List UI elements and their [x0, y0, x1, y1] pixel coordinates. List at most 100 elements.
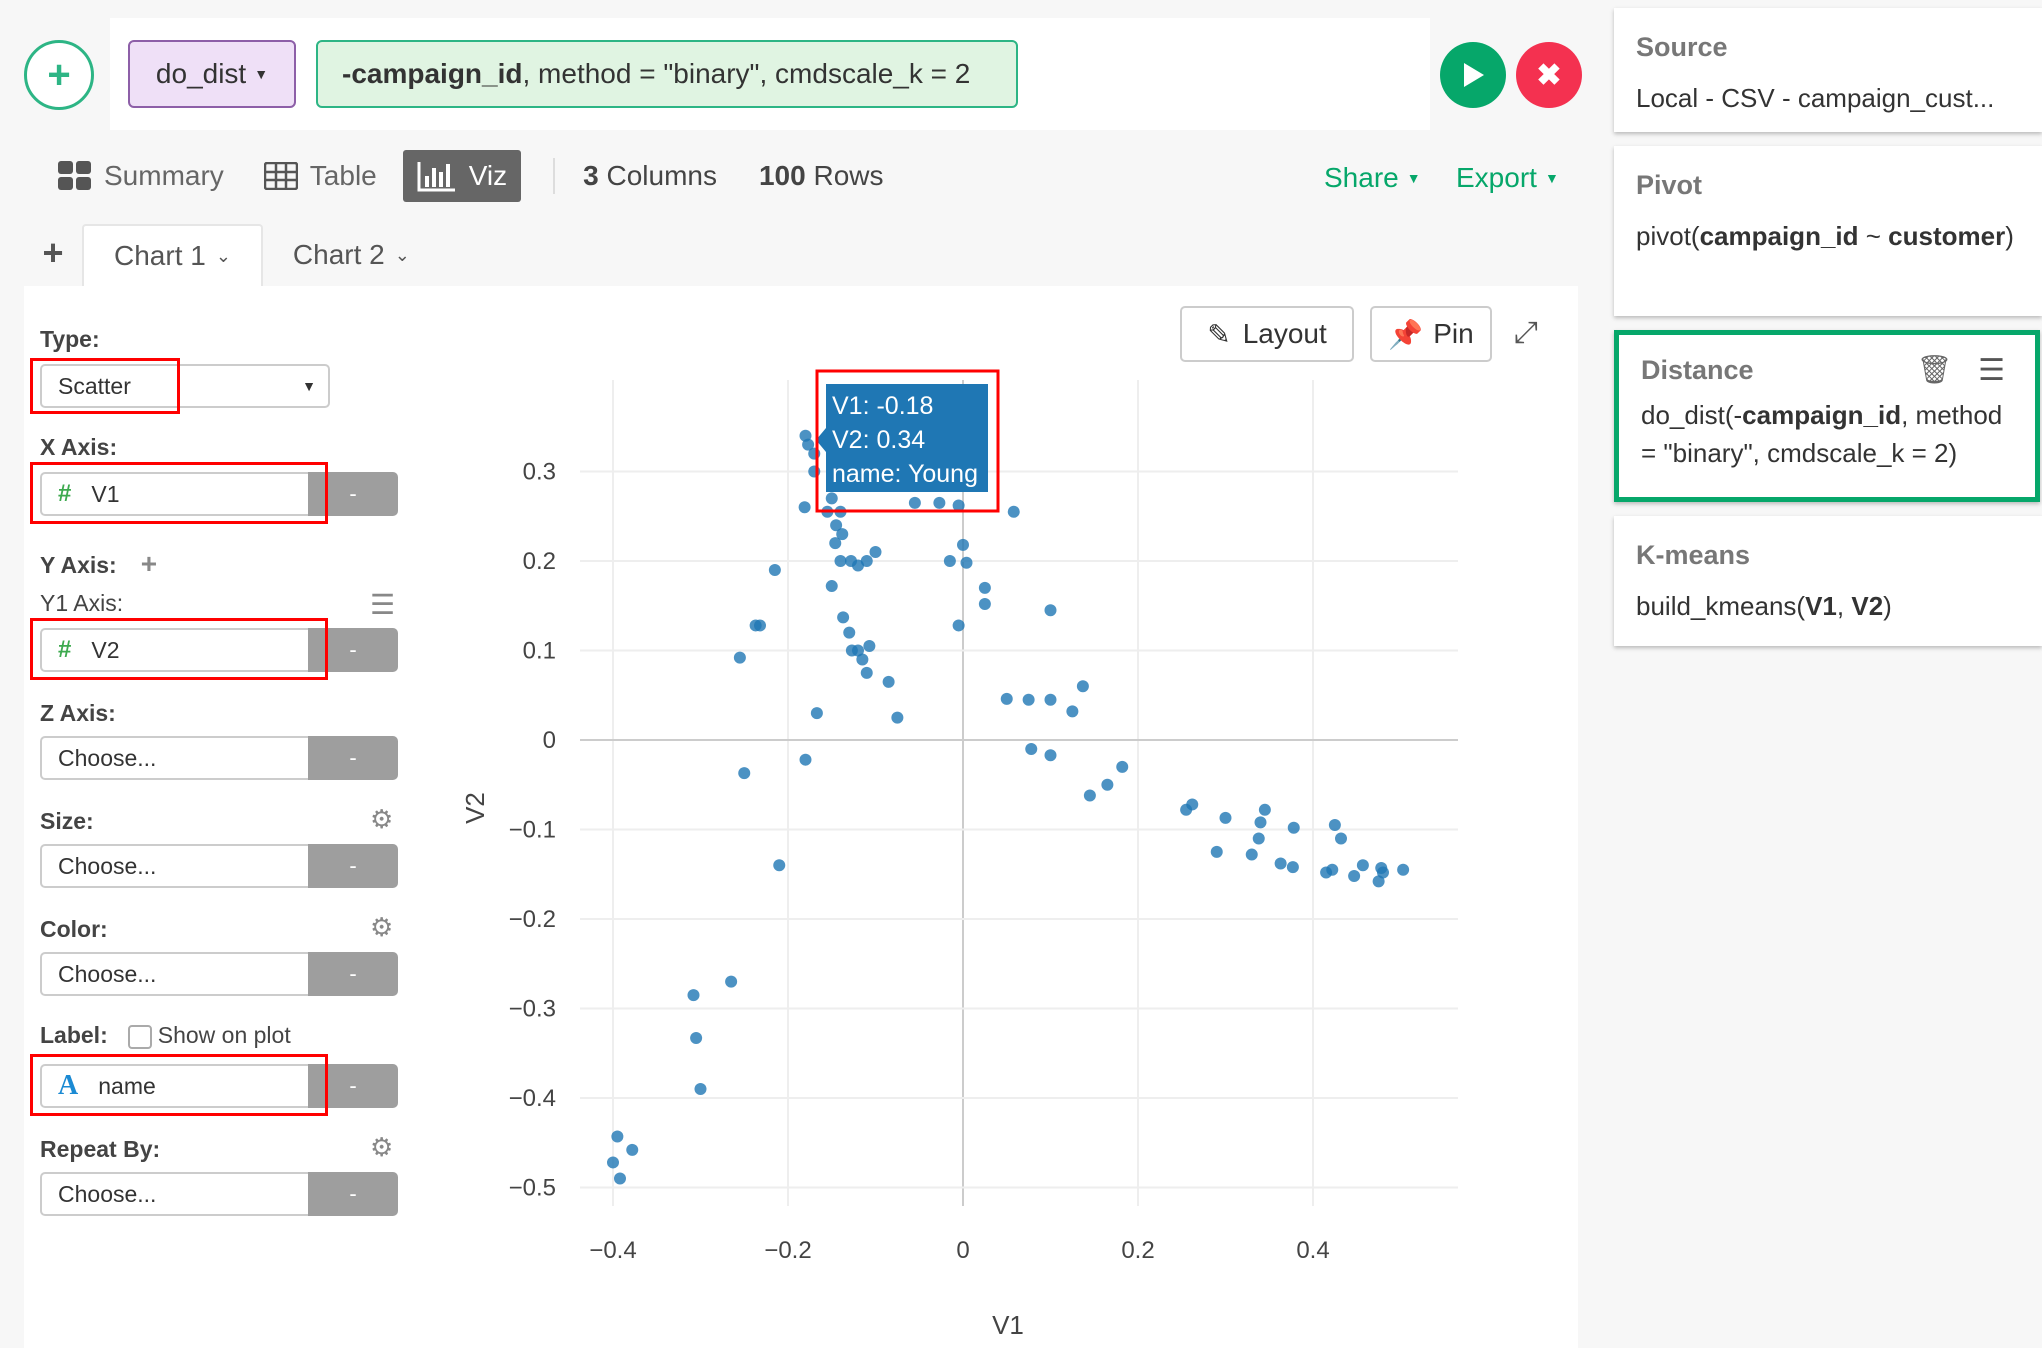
data-point[interactable] [725, 975, 738, 988]
data-point[interactable] [1076, 680, 1089, 693]
step-body: do_dist(-campaign_id, method = "binary",… [1641, 400, 2003, 468]
data-point[interactable] [1245, 848, 1258, 861]
data-point[interactable] [829, 537, 842, 550]
data-point[interactable] [733, 651, 746, 664]
data-point[interactable] [810, 707, 823, 720]
data-point[interactable] [825, 580, 838, 593]
data-point[interactable] [978, 597, 991, 610]
data-point[interactable] [687, 989, 700, 1002]
tooltip-name: name: Young [832, 460, 978, 488]
y-tick-label: 0.1 [523, 638, 556, 665]
y-tick-label: 0 [543, 727, 556, 754]
data-point[interactable] [837, 611, 850, 624]
x-tick-label: 0.4 [1296, 1237, 1329, 1264]
data-point[interactable] [694, 1083, 707, 1096]
data-point[interactable] [943, 555, 956, 567]
y-tick-label: 0.3 [523, 459, 556, 486]
data-point[interactable] [626, 1143, 639, 1156]
hover-tooltip: V1: -0.18 V2: 0.34 name: Young [815, 369, 1000, 513]
data-point[interactable] [834, 555, 847, 567]
data-point[interactable] [908, 496, 921, 509]
data-point[interactable] [1254, 816, 1267, 829]
y-tick-label: −0.1 [509, 817, 556, 844]
step-distance[interactable]: Distance 🗑 ☰ do_dist(-campaign_id, metho… [1614, 330, 2040, 502]
step-body: pivot(campaign_id ~ customer) [1636, 221, 2014, 251]
data-point[interactable] [1186, 798, 1199, 811]
data-point[interactable] [960, 556, 973, 569]
data-point[interactable] [738, 767, 751, 780]
data-point[interactable] [773, 859, 786, 872]
data-point[interactable] [1326, 863, 1339, 876]
tooltip-v1: V1: -0.18 [832, 392, 933, 420]
data-point[interactable] [978, 581, 991, 594]
data-point[interactable] [1116, 760, 1129, 773]
x-tick-label: 0 [956, 1237, 969, 1264]
data-point[interactable] [1287, 821, 1300, 834]
data-point[interactable] [1007, 505, 1020, 518]
data-point[interactable] [1286, 861, 1299, 874]
data-point[interactable] [843, 626, 856, 639]
y-tick-label: −0.4 [509, 1085, 556, 1112]
step-body: build_kmeans(V1, V2) [1636, 591, 1892, 621]
data-point[interactable] [856, 653, 869, 666]
data-point[interactable] [1328, 819, 1341, 832]
step-pivot[interactable]: Pivot pivot(campaign_id ~ customer) [1614, 146, 2042, 316]
x-tick-label: 0.2 [1121, 1237, 1154, 1264]
app-root: + do_dist ▼ -campaign_id, method = "bina… [0, 0, 2042, 1348]
data-point[interactable] [611, 1130, 624, 1143]
data-point[interactable] [1022, 693, 1035, 706]
step-title: K-means [1636, 540, 1751, 570]
data-point[interactable] [1348, 870, 1361, 883]
y-axis-title: V2 [460, 792, 490, 824]
data-point[interactable] [863, 640, 876, 653]
data-point[interactable] [1000, 692, 1013, 705]
menu-icon[interactable]: ☰ [1978, 353, 2005, 388]
data-point[interactable] [860, 666, 873, 679]
data-point[interactable] [891, 711, 904, 724]
data-point[interactable] [749, 619, 762, 632]
data-point[interactable] [869, 546, 882, 559]
data-point[interactable] [1397, 863, 1410, 876]
data-point[interactable] [1044, 749, 1057, 762]
data-point[interactable] [860, 555, 873, 567]
data-point[interactable] [1258, 803, 1271, 816]
y-tick-label: −0.3 [509, 996, 556, 1023]
y-tick-label: −0.5 [509, 1175, 556, 1202]
data-point[interactable] [768, 563, 781, 576]
data-point[interactable] [1025, 742, 1038, 755]
y-tick-label: −0.2 [509, 906, 556, 933]
data-point[interactable] [952, 619, 965, 632]
data-point[interactable] [825, 492, 838, 505]
data-point[interactable] [1219, 811, 1232, 824]
step-title: Pivot [1636, 170, 1703, 200]
step-source[interactable]: Source Local - CSV - campaign_cust... [1614, 8, 2042, 132]
tooltip-v2: V2: 0.34 [832, 426, 925, 454]
y-tick-label: 0.2 [523, 548, 556, 575]
data-point[interactable] [1101, 778, 1114, 791]
data-point[interactable] [1372, 875, 1385, 888]
data-point[interactable] [1210, 845, 1223, 858]
data-point[interactable] [607, 1156, 619, 1169]
data-point[interactable] [1335, 832, 1347, 845]
data-point[interactable] [957, 538, 969, 551]
data-point[interactable] [933, 496, 946, 509]
data-point[interactable] [1044, 693, 1057, 706]
data-point[interactable] [1274, 857, 1287, 870]
data-point[interactable] [882, 675, 895, 688]
data-point[interactable] [1252, 832, 1265, 845]
data-point[interactable] [1356, 859, 1369, 872]
data-point[interactable] [1083, 789, 1096, 802]
x-tick-label: −0.2 [764, 1237, 811, 1264]
step-kmeans[interactable]: K-means build_kmeans(V1, V2) [1614, 516, 2042, 646]
data-point[interactable] [1044, 604, 1057, 617]
data-point[interactable] [1066, 705, 1079, 718]
data-point[interactable] [614, 1172, 626, 1185]
data-point[interactable] [798, 501, 811, 514]
data-point[interactable] [799, 753, 812, 766]
step-title: Source [1636, 32, 1728, 62]
x-tick-label: −0.4 [589, 1237, 636, 1264]
data-point[interactable] [845, 644, 858, 657]
data-point[interactable] [690, 1032, 703, 1045]
trash-icon[interactable]: 🗑 [1917, 353, 1953, 388]
x-axis-title: V1 [992, 1310, 1024, 1340]
